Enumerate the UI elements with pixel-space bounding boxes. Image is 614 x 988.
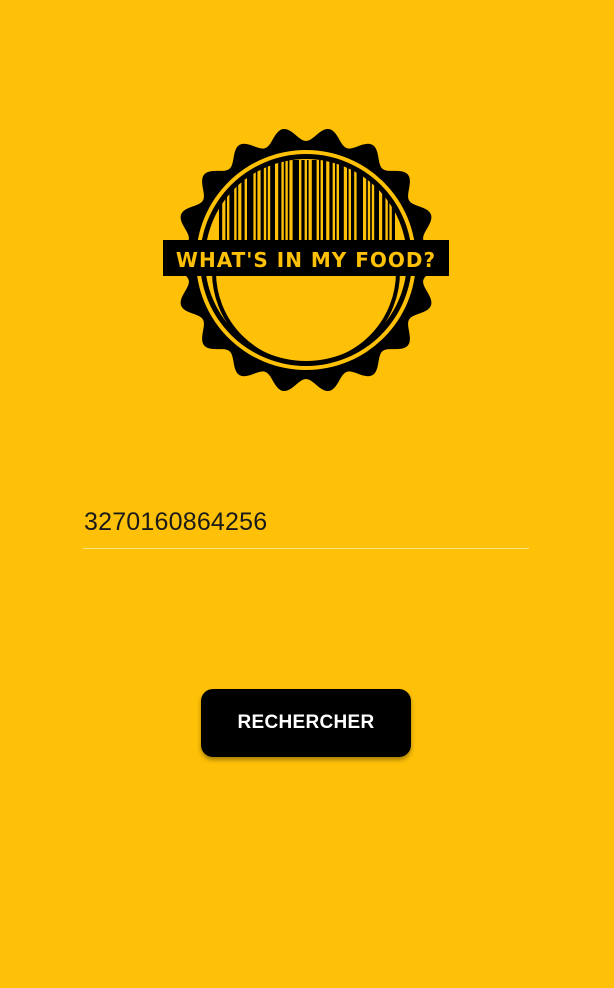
- barcode-input[interactable]: [83, 503, 529, 549]
- app-logo: WHAT'S IN MY FOOD?: [161, 126, 451, 394]
- logo-badge-icon: WHAT'S IN MY FOOD?: [163, 128, 449, 392]
- search-button[interactable]: RECHERCHER: [201, 689, 411, 757]
- logo-title: WHAT'S IN MY FOOD?: [176, 248, 436, 272]
